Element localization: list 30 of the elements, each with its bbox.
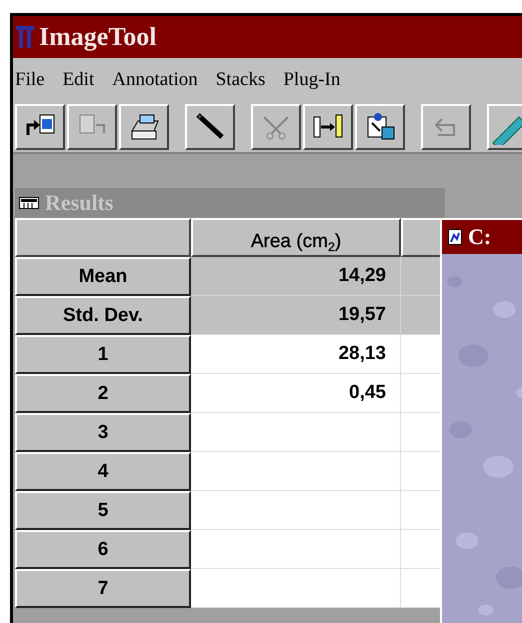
row-header: Mean bbox=[15, 257, 191, 296]
toolbar-button[interactable] bbox=[119, 104, 169, 150]
table-cell: 28,13 bbox=[191, 335, 401, 374]
table-cell: 14,29 bbox=[191, 257, 401, 296]
window-title: C: bbox=[468, 224, 492, 250]
menu-item[interactable]: Plug-In bbox=[283, 69, 340, 91]
row-header: 4 bbox=[15, 452, 191, 491]
row-header: 6 bbox=[15, 530, 191, 569]
toolbar-button[interactable] bbox=[15, 104, 65, 150]
menu-item[interactable]: Annotation bbox=[112, 69, 198, 91]
row-header: 1 bbox=[15, 335, 191, 374]
row-header: 5 bbox=[15, 491, 191, 530]
app-icon bbox=[15, 24, 35, 50]
row-header: 7 bbox=[15, 569, 191, 608]
window-title: Results bbox=[45, 190, 114, 216]
toolbar-button[interactable] bbox=[355, 104, 405, 150]
menu-item[interactable]: Edit bbox=[62, 69, 94, 91]
row-header: 2 bbox=[15, 374, 191, 413]
table-cell: 0,45 bbox=[191, 374, 401, 413]
menu-item[interactable]: File bbox=[15, 69, 45, 91]
document-icon bbox=[448, 229, 462, 245]
toolbar-button[interactable] bbox=[185, 104, 235, 150]
toolbar-button[interactable] bbox=[303, 104, 353, 150]
row-header: Std. Dev. bbox=[15, 296, 191, 335]
table-icon bbox=[19, 197, 39, 209]
table-cell: 19,57 bbox=[191, 296, 401, 335]
row-header: 3 bbox=[15, 413, 191, 452]
toolbar-button[interactable] bbox=[487, 104, 522, 150]
window-title: ImageTool bbox=[39, 22, 156, 52]
menu-item[interactable]: Stacks bbox=[216, 69, 266, 91]
